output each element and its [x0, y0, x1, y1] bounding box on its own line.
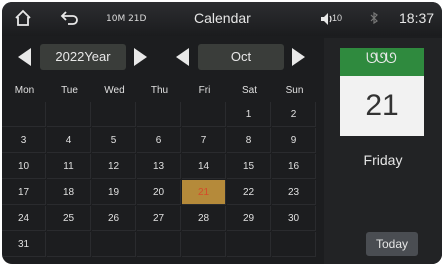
selected-weekday: Friday: [363, 152, 403, 168]
empty-day-cell: [137, 232, 181, 257]
day-cell[interactable]: 28: [182, 206, 226, 231]
today-button[interactable]: Today: [366, 232, 418, 256]
day-cell[interactable]: 17: [2, 180, 46, 205]
day-cell[interactable]: 8: [227, 128, 271, 153]
day-cell[interactable]: 20: [137, 180, 181, 205]
day-cell[interactable]: 27: [137, 206, 181, 231]
back-icon[interactable]: [60, 9, 80, 29]
day-cell[interactable]: 29: [227, 206, 271, 231]
day-cell[interactable]: 26: [92, 206, 136, 231]
weekday-header: Sat: [241, 85, 257, 96]
weekday-header: Tue: [61, 85, 78, 96]
empty-day-cell: [272, 232, 316, 257]
day-cell[interactable]: 3: [2, 128, 46, 153]
empty-day-cell: [2, 102, 46, 127]
prev-year-button[interactable]: [18, 48, 31, 66]
page-title: Calendar: [194, 10, 251, 26]
volume-icon[interactable]: [320, 12, 332, 31]
weekday-header: Mon: [14, 85, 35, 96]
empty-day-cell: [182, 232, 226, 257]
day-cell[interactable]: 13: [137, 154, 181, 179]
status-bar: 10M 21D Calendar 10 18:37: [2, 2, 442, 36]
calendar-card-header: ᘎᘎᘎ: [340, 48, 424, 76]
day-cell[interactable]: 2: [272, 102, 316, 127]
empty-day-cell: [92, 232, 136, 257]
weekday-header: Fri: [198, 85, 211, 96]
weekday-header: Wed: [104, 85, 125, 96]
next-year-button[interactable]: [134, 48, 147, 66]
volume-level: 10: [332, 13, 343, 23]
day-cell[interactable]: 6: [137, 128, 181, 153]
day-cell[interactable]: 9: [272, 128, 316, 153]
day-cell[interactable]: 10: [2, 154, 46, 179]
next-month-button[interactable]: [292, 48, 305, 66]
empty-day-cell: [47, 232, 91, 257]
day-cell[interactable]: 22: [227, 180, 271, 205]
calendar-screen: 10M 21D Calendar 10 18:37 2022Year Oct M…: [2, 2, 442, 264]
weekday-header: Sun: [285, 85, 304, 96]
year-display: 2022Year: [40, 44, 126, 70]
day-cell[interactable]: 21: [182, 180, 226, 205]
day-cell[interactable]: 24: [2, 206, 46, 231]
day-cell[interactable]: 14: [182, 154, 226, 179]
calendar-grid: Mon Tue Wed Thu Fri Sat Sun 1 2 3 4 5 6 7 8 9 10 11 12 13 14…: [2, 80, 322, 264]
empty-day-cell: [47, 102, 91, 127]
date-panel: ᘎᘎᘎ 21 Friday Today: [324, 38, 442, 264]
selected-day-number: 21: [340, 76, 424, 136]
day-cell[interactable]: 23: [272, 180, 316, 205]
day-cell[interactable]: 1: [227, 102, 271, 127]
day-cell[interactable]: 18: [47, 180, 91, 205]
day-cell[interactable]: 5: [92, 128, 136, 153]
day-cell[interactable]: 19: [92, 180, 136, 205]
weekday-header: Thu: [150, 85, 169, 96]
day-cell[interactable]: 16: [272, 154, 316, 179]
day-cell[interactable]: 25: [47, 206, 91, 231]
empty-day-cell: [92, 102, 136, 127]
prev-month-button[interactable]: [176, 48, 189, 66]
empty-day-cell: [227, 232, 271, 257]
calendar-rings-icon: ᘎᘎᘎ: [366, 50, 397, 66]
empty-day-cell: [137, 102, 181, 127]
month-display: Oct: [198, 44, 284, 70]
empty-day-cell: [182, 102, 226, 127]
day-cell[interactable]: 12: [92, 154, 136, 179]
bluetooth-icon: [370, 11, 378, 27]
clock: 18:37: [399, 10, 435, 26]
day-cell[interactable]: 11: [47, 154, 91, 179]
date-short: 10M 21D: [106, 14, 147, 24]
day-cell[interactable]: 30: [272, 206, 316, 231]
day-cell[interactable]: 15: [227, 154, 271, 179]
day-cell[interactable]: 4: [47, 128, 91, 153]
day-cell[interactable]: 31: [2, 232, 46, 257]
home-icon[interactable]: [14, 9, 34, 29]
day-cell[interactable]: 7: [182, 128, 226, 153]
